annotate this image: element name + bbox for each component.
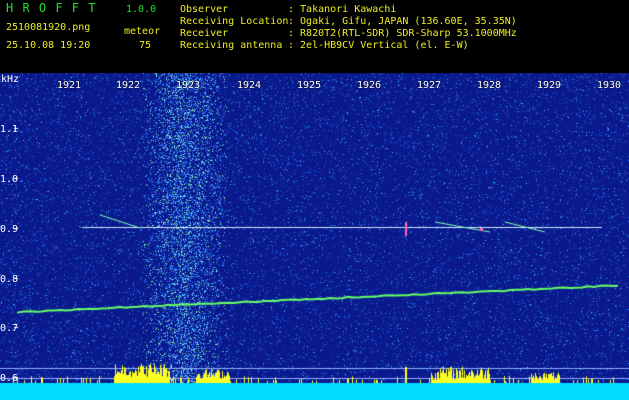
time-tick: 1924 [236, 80, 262, 91]
freq-tick: 1.0 [0, 174, 19, 185]
time-tick: 1922 [115, 80, 141, 91]
freq-unit-label: kHz [1, 74, 20, 85]
observer-label: Observer [180, 4, 229, 15]
filename: 2510081920.png [6, 22, 91, 33]
freq-tick: 0.8 [0, 274, 19, 285]
freq-tick: 0.7 [0, 323, 19, 334]
time-tick: 1923 [175, 80, 201, 91]
receiver-label: Receiver [180, 28, 229, 39]
meteor-count: 75 [139, 40, 152, 51]
receiver-value: : R820T2(RTL-SDR) SDR-Sharp 53.1000MHz [288, 28, 517, 39]
observer-value: : Takanori Kawachi [288, 4, 397, 15]
meteor-label: meteor [124, 26, 161, 37]
app-version: 1.0.0 [126, 4, 157, 15]
location-label: Receiving Location [180, 16, 289, 27]
time-tick: 1929 [536, 80, 562, 91]
time-tick: 1928 [476, 80, 502, 91]
time-tick: 1930 [596, 80, 622, 91]
time-tick: 1927 [416, 80, 442, 91]
datetime: 25.10.08 19:20 [6, 40, 91, 51]
freq-tick: 0.9 [0, 224, 19, 235]
time-tick: 1921 [56, 80, 82, 91]
time-tick: 1925 [296, 80, 322, 91]
freq-tick: 0.6 [0, 373, 19, 384]
antenna-value: : 2el-HB9CV Vertical (el. E-W) [288, 40, 469, 51]
app-name: H R O F F T [6, 1, 97, 15]
header-panel: H R O F F T 1.0.0 2510081920.png 25.10.0… [0, 0, 629, 73]
time-tick: 1926 [356, 80, 382, 91]
antenna-label: Receiving antenna [180, 40, 283, 51]
freq-tick: 1.1 [0, 124, 19, 135]
location-value: : Ogaki, Gifu, JAPAN (136.60E, 35.35N) [288, 16, 517, 27]
